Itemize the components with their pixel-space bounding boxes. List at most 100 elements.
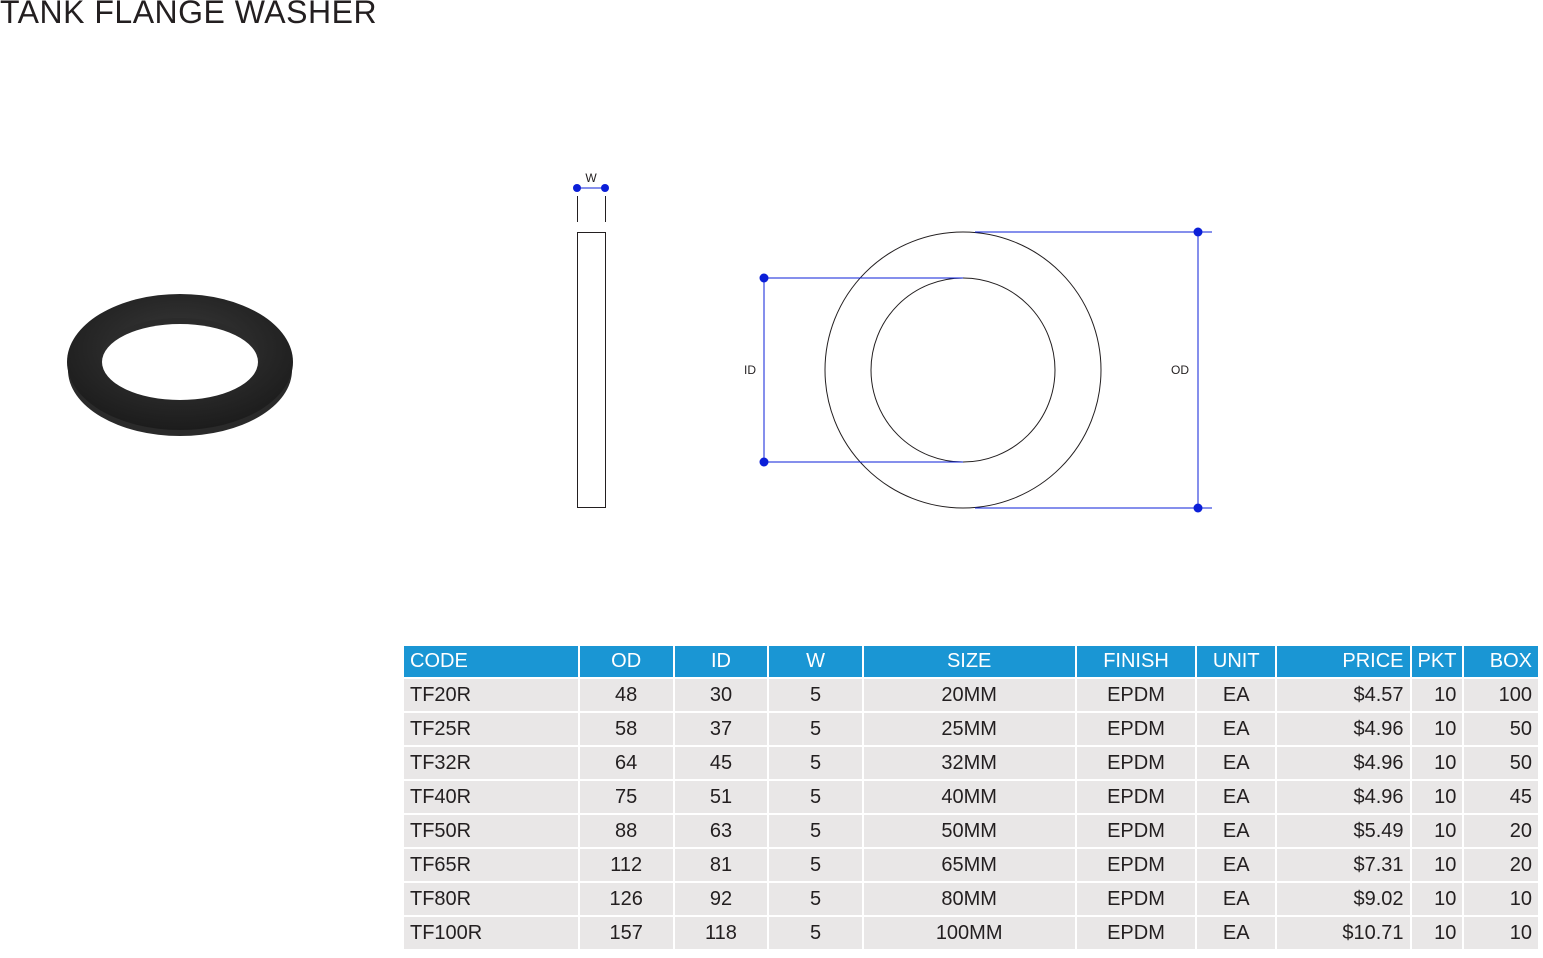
cell-w: 5 — [769, 917, 862, 949]
cell-id: 81 — [674, 849, 768, 881]
cell-finish: EPDM — [1076, 747, 1196, 779]
cell-code: TF40R — [404, 781, 578, 813]
cell-finish: EPDM — [1076, 679, 1196, 711]
cell-od: 64 — [579, 747, 673, 779]
cell-unit: EA — [1197, 781, 1275, 813]
page-title: TANK FLANGE WASHER — [0, 0, 378, 30]
cell-code: TF50R — [404, 815, 578, 847]
cell-size: 50MM — [863, 815, 1075, 847]
cell-pkt: 10 — [1411, 713, 1463, 745]
cell-size: 80MM — [863, 883, 1075, 915]
cell-code: TF20R — [404, 679, 578, 711]
cell-finish: EPDM — [1076, 815, 1196, 847]
cell-pkt: 10 — [1411, 781, 1463, 813]
cell-id: 63 — [674, 815, 768, 847]
table-header-row: CODE OD ID W SIZE FINISH UNIT PRICE PKT … — [404, 646, 1538, 677]
cell-price: $7.31 — [1277, 849, 1410, 881]
cell-id: 92 — [674, 883, 768, 915]
cell-finish: EPDM — [1076, 883, 1196, 915]
outer-diameter-circle — [824, 231, 1102, 509]
cell-code: TF65R — [404, 849, 578, 881]
cell-finish: EPDM — [1076, 849, 1196, 881]
cell-size: 40MM — [863, 781, 1075, 813]
cell-unit: EA — [1197, 883, 1275, 915]
cell-finish: EPDM — [1076, 713, 1196, 745]
cell-id: 30 — [674, 679, 768, 711]
od-dimension-label: OD — [1171, 363, 1189, 377]
cell-price: $4.96 — [1277, 781, 1410, 813]
cell-pkt: 10 — [1411, 679, 1463, 711]
cell-code: TF25R — [404, 713, 578, 745]
cell-od: 157 — [579, 917, 673, 949]
cell-price: $4.96 — [1277, 713, 1410, 745]
header-price: PRICE — [1277, 646, 1410, 677]
table-row: TF50R 88 63 5 50MM EPDM EA $5.49 10 20 — [404, 815, 1538, 847]
header-id: ID — [674, 646, 768, 677]
cell-box: 10 — [1464, 883, 1538, 915]
header-unit: UNIT — [1197, 646, 1275, 677]
cell-box: 20 — [1464, 849, 1538, 881]
header-finish: FINISH — [1076, 646, 1196, 677]
table-row: TF80R 126 92 5 80MM EPDM EA $9.02 10 10 — [404, 883, 1538, 915]
spec-table: CODE OD ID W SIZE FINISH UNIT PRICE PKT … — [402, 644, 1540, 951]
cell-code: TF100R — [404, 917, 578, 949]
cell-size: 65MM — [863, 849, 1075, 881]
cell-id: 45 — [674, 747, 768, 779]
cell-price: $4.57 — [1277, 679, 1410, 711]
cell-price: $5.49 — [1277, 815, 1410, 847]
table-row: TF40R 75 51 5 40MM EPDM EA $4.96 10 45 — [404, 781, 1538, 813]
header-code: CODE — [404, 646, 578, 677]
table-row: TF25R 58 37 5 25MM EPDM EA $4.96 10 50 — [404, 713, 1538, 745]
cell-size: 25MM — [863, 713, 1075, 745]
table-row: TF100R 157 118 5 100MM EPDM EA $10.71 10… — [404, 917, 1538, 949]
cell-size: 20MM — [863, 679, 1075, 711]
table-row: TF65R 112 81 5 65MM EPDM EA $7.31 10 20 — [404, 849, 1538, 881]
id-dimension-label: ID — [744, 363, 756, 377]
header-pkt: PKT — [1411, 646, 1463, 677]
cell-unit: EA — [1197, 849, 1275, 881]
cell-code: TF32R — [404, 747, 578, 779]
cell-id: 51 — [674, 781, 768, 813]
cell-w: 5 — [769, 883, 862, 915]
cell-w: 5 — [769, 747, 862, 779]
header-size: SIZE — [863, 646, 1075, 677]
cell-pkt: 10 — [1411, 883, 1463, 915]
cell-price: $4.96 — [1277, 747, 1410, 779]
technical-drawing: W ID OD — [573, 171, 1212, 513]
cell-pkt: 10 — [1411, 849, 1463, 881]
cell-box: 100 — [1464, 679, 1538, 711]
cell-od: 88 — [579, 815, 673, 847]
cell-unit: EA — [1197, 815, 1275, 847]
washer-photo — [67, 294, 293, 436]
w-dimension-label: W — [585, 171, 597, 185]
cell-id: 37 — [674, 713, 768, 745]
cell-unit: EA — [1197, 747, 1275, 779]
cell-pkt: 10 — [1411, 747, 1463, 779]
cell-od: 58 — [579, 713, 673, 745]
cell-unit: EA — [1197, 917, 1275, 949]
cell-w: 5 — [769, 713, 862, 745]
table-row: TF20R 48 30 5 20MM EPDM EA $4.57 10 100 — [404, 679, 1538, 711]
cell-box: 50 — [1464, 713, 1538, 745]
table-row: TF32R 64 45 5 32MM EPDM EA $4.96 10 50 — [404, 747, 1538, 779]
cell-od: 126 — [579, 883, 673, 915]
header-box: BOX — [1464, 646, 1538, 677]
cell-w: 5 — [769, 849, 862, 881]
cell-code: TF80R — [404, 883, 578, 915]
cell-w: 5 — [769, 815, 862, 847]
cell-pkt: 10 — [1411, 815, 1463, 847]
header-w: W — [769, 646, 862, 677]
washer-side-view — [577, 232, 606, 508]
cell-pkt: 10 — [1411, 917, 1463, 949]
cell-box: 10 — [1464, 917, 1538, 949]
cell-id: 118 — [674, 917, 768, 949]
cell-price: $10.71 — [1277, 917, 1410, 949]
header-od: OD — [579, 646, 673, 677]
cell-od: 48 — [579, 679, 673, 711]
cell-size: 32MM — [863, 747, 1075, 779]
cell-finish: EPDM — [1076, 781, 1196, 813]
cell-box: 20 — [1464, 815, 1538, 847]
cell-finish: EPDM — [1076, 917, 1196, 949]
cell-w: 5 — [769, 781, 862, 813]
inner-diameter-circle — [870, 277, 1056, 463]
